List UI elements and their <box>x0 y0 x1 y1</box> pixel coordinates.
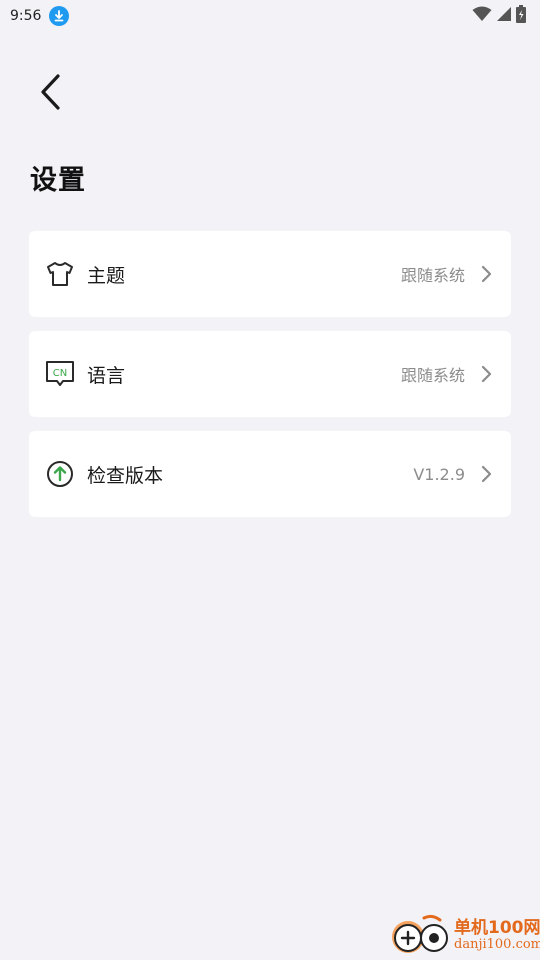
language-cn-icon: CN <box>45 359 75 389</box>
language-value: 跟随系统 <box>400 366 465 385</box>
watermark: 单机100网 danji100.com <box>388 912 540 960</box>
check-version-label: 检查版本 <box>87 464 164 487</box>
signal-icon <box>496 6 512 26</box>
watermark-name: 单机100网 <box>454 918 540 939</box>
download-icon <box>49 6 70 26</box>
status-left: 9:56 <box>10 6 70 26</box>
language-setting-item[interactable]: CN 语言 跟随系统 <box>29 331 511 417</box>
watermark-url: danji100.com <box>454 937 540 953</box>
chevron-right-icon <box>479 464 493 484</box>
status-time: 9:56 <box>10 8 42 24</box>
language-label: 语言 <box>87 364 126 387</box>
battery-icon <box>516 5 526 27</box>
theme-setting-item[interactable]: 主题 跟随系统 <box>29 231 511 317</box>
status-bar: 9:56 <box>0 0 540 32</box>
tshirt-icon <box>45 259 75 289</box>
check-version-item[interactable]: 检查版本 V1.2.9 <box>29 431 511 517</box>
chevron-right-icon <box>479 364 493 384</box>
upload-arrow-icon <box>45 459 75 489</box>
chevron-right-icon <box>479 264 493 284</box>
wifi-icon <box>472 6 492 26</box>
watermark-logo-icon <box>388 912 452 960</box>
theme-value: 跟随系统 <box>400 266 465 285</box>
page-title: 设置 <box>30 165 86 196</box>
theme-label: 主题 <box>87 264 126 287</box>
language-icon-text: CN <box>53 368 67 379</box>
watermark-text: 单机100网 danji100.com <box>454 918 540 953</box>
status-right <box>472 5 526 27</box>
version-value: V1.2.9 <box>413 464 465 484</box>
back-arrow-icon <box>38 73 62 115</box>
back-button[interactable] <box>28 72 72 116</box>
